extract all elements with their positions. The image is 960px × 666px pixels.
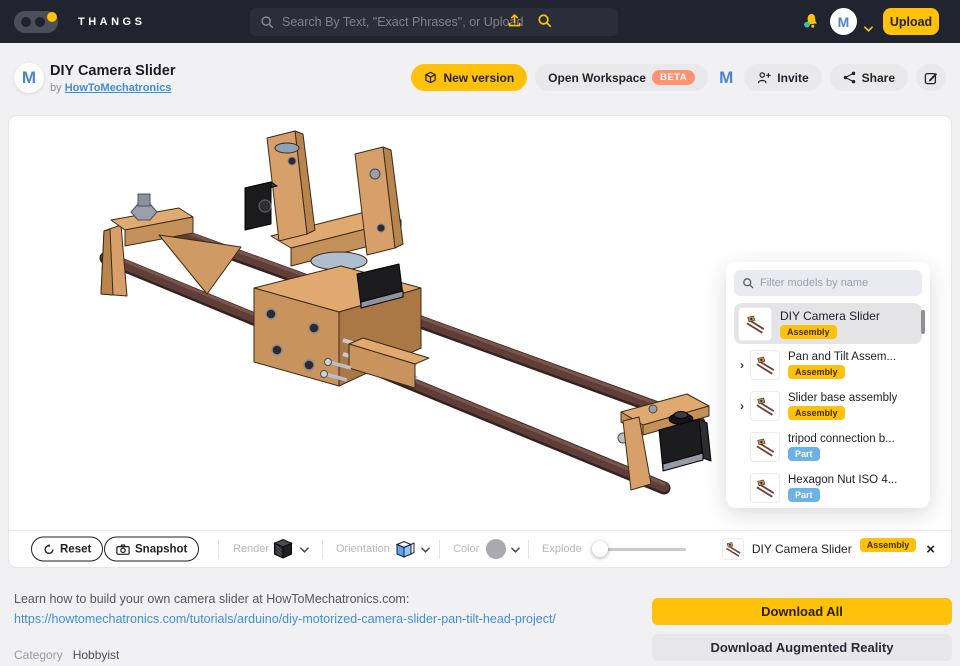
download-ar-button[interactable]: Download Augmented Reality bbox=[652, 634, 952, 661]
orientation-dropdown[interactable] bbox=[392, 537, 430, 561]
global-search[interactable] bbox=[250, 8, 618, 36]
color-swatch-icon bbox=[486, 539, 506, 559]
render-dropdown[interactable] bbox=[271, 537, 309, 561]
expand-chevron-icon[interactable]: › bbox=[734, 358, 750, 372]
open-workspace-button[interactable]: Open Workspace BETA bbox=[535, 64, 708, 91]
model-label: Slider base assembly bbox=[788, 392, 897, 404]
reset-icon bbox=[43, 543, 55, 555]
model-label: Pan and Tilt Assem... bbox=[788, 351, 896, 363]
reset-label: Reset bbox=[60, 543, 91, 555]
model-thumbnail bbox=[750, 350, 780, 380]
invite-person-icon bbox=[757, 71, 771, 84]
model-type-badge: Assembly bbox=[780, 325, 837, 339]
model-type-badge: Part bbox=[788, 488, 820, 502]
model-label: Hexagon Nut ISO 4... bbox=[788, 474, 897, 486]
model-type-badge: Assembly bbox=[788, 365, 845, 379]
avatar[interactable]: M bbox=[830, 8, 857, 35]
model-list: DIY Camera Slider Assembly › Pan and Tilt A… bbox=[734, 303, 922, 508]
search-submit-icon[interactable] bbox=[537, 13, 552, 33]
snapshot-label: Snapshot bbox=[135, 543, 187, 555]
reset-button[interactable]: Reset bbox=[31, 537, 103, 562]
orientation-cube-icon bbox=[392, 537, 416, 561]
new-version-button[interactable]: New version bbox=[411, 64, 527, 91]
workspace-m-logo-icon[interactable]: M bbox=[716, 68, 736, 88]
model-list-item[interactable]: DIY Camera Slider Assembly bbox=[734, 303, 922, 344]
model-list-item[interactable]: tripod connection b... Part bbox=[734, 426, 922, 467]
model-header: M DIY Camera Slider by HowToMechatronics… bbox=[0, 43, 960, 115]
color-label: Color bbox=[453, 543, 479, 555]
model-list-item[interactable]: › Slider base assembly Assembly bbox=[734, 385, 922, 426]
orientation-label: Orientation bbox=[336, 543, 390, 555]
footer-description: Learn how to build your own camera slide… bbox=[14, 592, 409, 606]
share-label: Share bbox=[862, 71, 895, 85]
explode-slider-thumb[interactable] bbox=[592, 541, 608, 557]
header-actions: New version Open Workspace BETA M Invite… bbox=[411, 64, 946, 91]
model-type-badge: Assembly bbox=[788, 406, 845, 420]
page-title: DIY Camera Slider bbox=[50, 63, 175, 79]
thangs-logo-icon bbox=[14, 11, 66, 33]
model-thumbnail bbox=[750, 473, 780, 503]
selected-model-badge: Assembly bbox=[860, 538, 917, 552]
edit-button[interactable] bbox=[916, 64, 946, 91]
avatar-letter: M bbox=[838, 14, 850, 30]
author-logo-icon[interactable]: M bbox=[14, 63, 44, 93]
invite-label: Invite bbox=[777, 71, 808, 85]
byline-prefix: by bbox=[50, 82, 62, 94]
search-upload-icon[interactable] bbox=[507, 13, 522, 33]
model-type-badge: Part bbox=[788, 447, 820, 461]
filter-models-input[interactable] bbox=[760, 277, 914, 289]
explode-slider-track[interactable] bbox=[604, 548, 686, 551]
selected-model-label: DIY Camera Slider bbox=[752, 542, 852, 556]
model-label: tripod connection b... bbox=[788, 433, 895, 445]
explode-label: Explode bbox=[542, 543, 582, 555]
open-workspace-label: Open Workspace bbox=[548, 71, 646, 85]
search-icon bbox=[260, 15, 274, 29]
edit-pencil-icon bbox=[924, 71, 938, 85]
explode-slider[interactable] bbox=[592, 541, 686, 557]
expand-chevron-icon[interactable]: › bbox=[734, 399, 750, 413]
models-panel: DIY Camera Slider Assembly › Pan and Tilt A… bbox=[726, 262, 930, 508]
selected-model-chip: DIY Camera Slider Assembly × bbox=[722, 538, 935, 560]
render-label: Render bbox=[233, 543, 269, 555]
chevron-down-icon bbox=[421, 547, 430, 553]
camera-icon bbox=[116, 543, 130, 555]
thangs-logo[interactable]: THANGS bbox=[14, 11, 145, 33]
category-row: Category Hobbyist bbox=[14, 648, 119, 662]
new-version-label: New version bbox=[443, 71, 514, 85]
brand-name: THANGS bbox=[78, 16, 145, 28]
account-menu-chevron-icon[interactable] bbox=[864, 19, 873, 37]
model-label: DIY Camera Slider bbox=[780, 309, 880, 323]
model-thumbnail bbox=[738, 307, 772, 341]
download-all-button[interactable]: Download All bbox=[652, 598, 952, 625]
invite-button[interactable]: Invite bbox=[744, 64, 821, 91]
chevron-down-icon bbox=[300, 547, 309, 553]
search-icon bbox=[742, 277, 754, 289]
viewer-toolbar: Reset Snapshot Render Orientation Color bbox=[9, 530, 951, 567]
new-version-icon bbox=[424, 71, 437, 84]
snapshot-button[interactable]: Snapshot bbox=[104, 537, 199, 562]
panel-scrollbar[interactable] bbox=[921, 310, 925, 334]
category-label: Category bbox=[14, 648, 63, 662]
close-icon[interactable]: × bbox=[926, 541, 935, 558]
byline: by HowToMechatronics bbox=[50, 82, 171, 94]
tutorial-link[interactable]: https://howtomechatronics.com/tutorials/… bbox=[14, 612, 556, 626]
category-value: Hobbyist bbox=[73, 648, 120, 662]
model-thumbnail bbox=[750, 391, 780, 421]
model-thumbnail bbox=[750, 432, 780, 462]
model-list-item[interactable]: Hexagon Nut ISO 4... Part bbox=[734, 467, 922, 508]
share-icon bbox=[843, 71, 856, 84]
notifications-icon[interactable] bbox=[802, 12, 820, 35]
search-input[interactable] bbox=[282, 15, 608, 29]
chevron-down-icon bbox=[511, 547, 520, 553]
filter-models-search[interactable] bbox=[734, 270, 922, 296]
author-link[interactable]: HowToMechatronics bbox=[65, 82, 172, 94]
model-list-item[interactable]: › Pan and Tilt Assem... Assembly bbox=[734, 344, 922, 385]
color-dropdown[interactable] bbox=[486, 539, 520, 559]
selected-model-thumbnail bbox=[722, 538, 744, 560]
beta-badge: BETA bbox=[652, 70, 695, 85]
share-button[interactable]: Share bbox=[830, 64, 908, 91]
top-navbar: THANGS M Upload bbox=[0, 0, 960, 43]
render-cube-icon bbox=[271, 537, 295, 561]
upload-button[interactable]: Upload bbox=[883, 8, 939, 35]
